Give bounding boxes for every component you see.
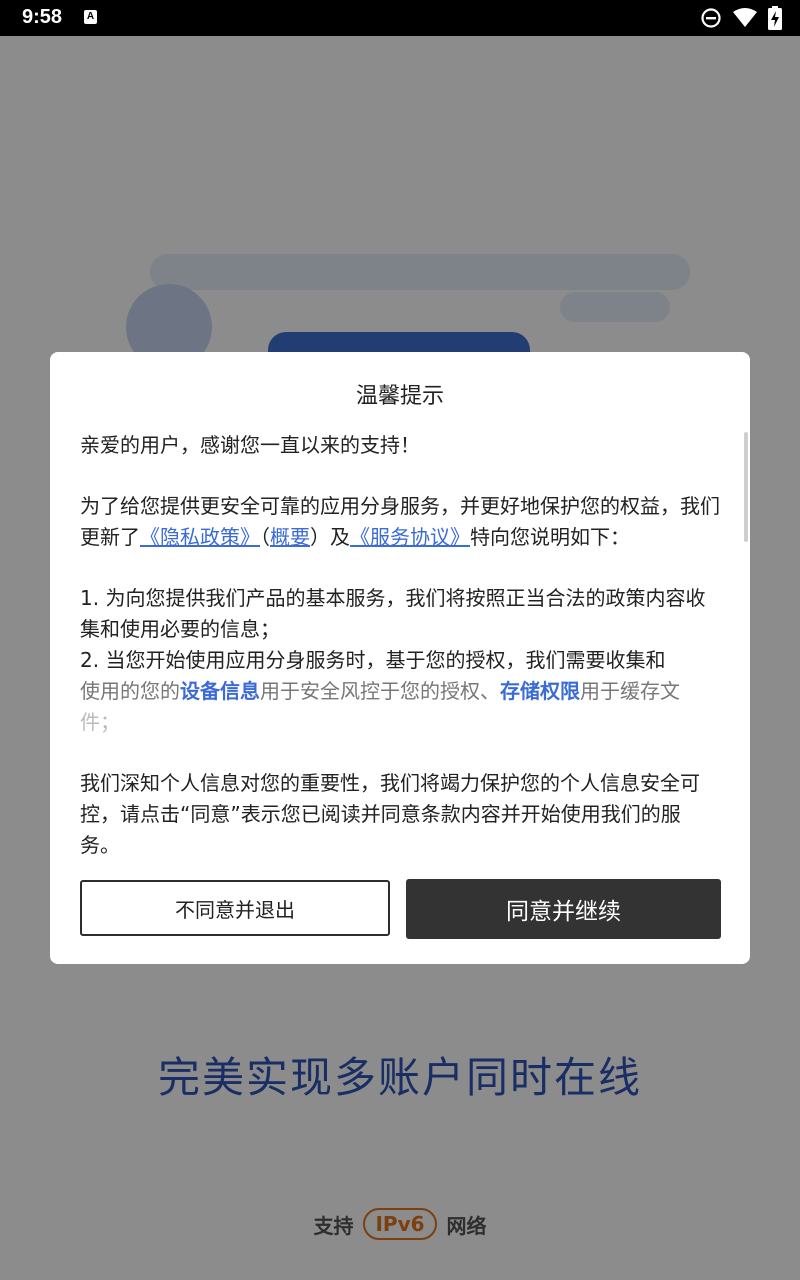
point-2-part: 件；: [80, 710, 120, 734]
dialog-body[interactable]: 亲爱的用户，感谢您一直以来的支持！ 为了给您提供更安全可靠的应用分身服务，并更好…: [80, 430, 720, 861]
point-2-part: 2. 当您开始使用应用分身服务时，基于您的授权，我们需要收集和: [80, 648, 666, 672]
storage-permission-link[interactable]: 存储权限: [500, 679, 580, 703]
closing-text: 我们深知个人信息对您的重要性，我们将竭力保护您的个人信息安全可控，请点击“同意”…: [80, 771, 700, 857]
paren-close: ）及: [310, 525, 350, 549]
privacy-policy-link[interactable]: 《隐私政策》: [140, 525, 260, 549]
paren-open: （: [260, 525, 270, 549]
decline-exit-button[interactable]: 不同意并退出: [80, 880, 390, 936]
intro-part: 特向您说明如下：: [470, 525, 630, 549]
wifi-icon: [733, 8, 757, 27]
point-2-part: 使用的您的: [80, 679, 180, 703]
a-icon: A: [84, 10, 97, 24]
point-1-text: 1. 为向您提供我们产品的基本服务，我们将按照正当合法的政策内容收集和使用必要的…: [80, 586, 706, 641]
agree-continue-button[interactable]: 同意并继续: [406, 879, 721, 939]
point-2-part: 用于安全风控于您的授权、: [260, 679, 500, 703]
greeting-text: 亲爱的用户，感谢您一直以来的支持！: [80, 433, 420, 457]
status-icons: [700, 6, 782, 30]
dialog-scrollbar[interactable]: [744, 432, 748, 542]
privacy-dialog: 温馨提示 亲爱的用户，感谢您一直以来的支持！ 为了给您提供更安全可靠的应用分身服…: [50, 352, 750, 964]
status-bar: 9:58 A: [0, 0, 800, 36]
point-2-text: 2. 当您开始使用应用分身服务时，基于您的授权，我们需要收集和 使用的您的设备信息…: [80, 645, 720, 738]
service-agreement-link[interactable]: 《服务协议》: [350, 525, 470, 549]
dialog-title: 温馨提示: [355, 384, 444, 409]
battery-charging-icon: [768, 6, 782, 30]
summary-link[interactable]: 概要: [270, 525, 310, 549]
dnd-icon: [701, 8, 721, 28]
status-time: 9:58: [22, 6, 63, 28]
intro-text: 为了给您提供更安全可靠的应用分身服务，并更好地保护您的权益，我们更新了《隐私政策…: [80, 491, 720, 553]
device-info-link[interactable]: 设备信息: [180, 679, 260, 703]
point-2-part: 用于缓存文: [580, 679, 680, 703]
